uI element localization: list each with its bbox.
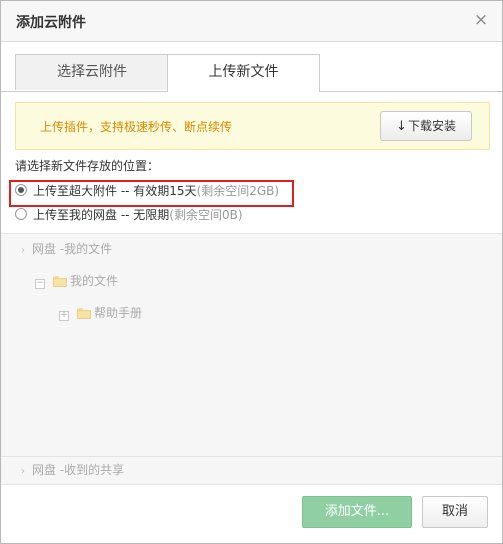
plugin-notice-text: 上传插件，支持极速秒传、断点续传	[40, 120, 233, 134]
tree-node-label: 网盘 -收到的共享	[32, 463, 125, 477]
tree-node-label: 网盘 -我的文件	[32, 242, 113, 256]
folder-icon	[53, 276, 67, 287]
chevron-right-icon[interactable]: ›	[17, 463, 29, 481]
tab-upload-new-file[interactable]: 上传新文件	[167, 54, 320, 92]
chevron-right-icon[interactable]: ›	[17, 242, 29, 260]
location-prompt: 请选择新文件存放的位置：	[15, 159, 160, 173]
tree-node-label: 帮助手册	[94, 306, 143, 320]
tree-node-my-files-root[interactable]: › 网盘 -我的文件	[17, 240, 112, 258]
radio-unchecked-icon[interactable]	[15, 208, 27, 220]
option-label: 上传至我的网盘 -- 无限期	[33, 208, 170, 222]
download-install-label: 下载安装	[407, 119, 456, 133]
add-file-button[interactable]: 添加文件...	[302, 496, 412, 528]
tab-select-cloud-attachment[interactable]: 选择云附件	[15, 54, 169, 90]
close-icon[interactable]: ×	[470, 9, 492, 31]
collapse-icon[interactable]: −	[35, 279, 45, 289]
tree-node-label: 我的文件	[70, 274, 119, 288]
dialog-title: 添加云附件	[16, 15, 86, 31]
expand-icon[interactable]: +	[59, 311, 69, 321]
dialog-titlebar: 添加云附件 ×	[1, 1, 502, 42]
option-upload-my-disk[interactable]: 上传至我的网盘 -- 无限期(剩余空间0B)	[15, 206, 243, 224]
folder-tree: › 网盘 -我的文件 − 我的文件 + 帮助手册	[1, 233, 502, 485]
tree-node-my-files[interactable]: − 我的文件	[35, 272, 118, 290]
download-arrow-icon: ↓	[396, 119, 407, 134]
add-cloud-attachment-dialog: 添加云附件 × 选择云附件 上传新文件 上传插件，支持极速秒传、断点续传 ↓下载…	[0, 0, 503, 544]
plugin-notice: 上传插件，支持极速秒传、断点续传 ↓下载安装	[15, 102, 490, 150]
shared-files-row: › 网盘 -收到的共享	[1, 456, 502, 484]
tree-node-help-manual[interactable]: + 帮助手册	[59, 304, 142, 322]
tab-bar: 选择云附件 上传新文件	[1, 54, 502, 92]
option-space-note: (剩余空间0B)	[169, 208, 243, 222]
folder-icon	[77, 308, 91, 319]
tree-node-received-shares[interactable]: › 网盘 -收到的共享	[17, 461, 124, 479]
download-install-button[interactable]: ↓下载安装	[380, 111, 472, 141]
cancel-button[interactable]: 取消	[422, 496, 488, 528]
highlight-annotation	[9, 180, 294, 207]
